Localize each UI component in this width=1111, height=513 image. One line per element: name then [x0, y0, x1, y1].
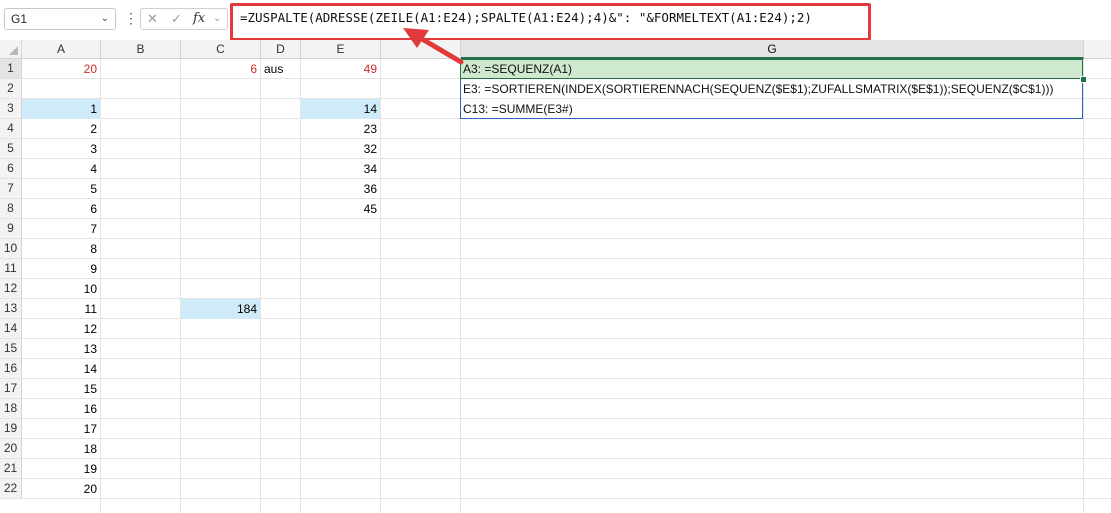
row-header-22[interactable]: 22: [0, 479, 22, 499]
row-header-9[interactable]: 9: [0, 219, 22, 239]
cell-a1[interactable]: 20: [22, 59, 100, 79]
column-header-h[interactable]: [1084, 40, 1111, 59]
row-header-18[interactable]: 18: [0, 399, 22, 419]
cell-a13[interactable]: 11: [22, 299, 100, 319]
row-header-8[interactable]: 8: [0, 199, 22, 219]
cell-e6[interactable]: 34: [301, 159, 380, 179]
cell-a10[interactable]: 8: [22, 239, 100, 259]
cell-c13[interactable]: 184: [181, 299, 260, 319]
column-header-e[interactable]: E: [301, 40, 381, 59]
cell-d1[interactable]: aus: [264, 59, 300, 79]
cell-a17[interactable]: 15: [22, 379, 100, 399]
callout-arrow-icon: [403, 28, 464, 65]
formula-bar: G1 ⌄ ⋮ ✕ ✓ fx ⌄ =ZUSPALTE(ADRESSE(ZEILE(…: [0, 0, 1111, 41]
cell-a9[interactable]: 7: [22, 219, 100, 239]
row-header-7[interactable]: 7: [0, 179, 22, 199]
cell-a7[interactable]: 5: [22, 179, 100, 199]
row-header-17[interactable]: 17: [0, 379, 22, 399]
formula-buttons: ✕ ✓ fx ⌄: [140, 8, 228, 30]
row-header-19[interactable]: 19: [0, 419, 22, 439]
cell-e1[interactable]: 49: [301, 59, 380, 79]
name-box-value: G1: [11, 12, 28, 26]
cell-g3[interactable]: C13: =SUMME(E3#): [463, 99, 573, 119]
row-header-4[interactable]: 4: [0, 119, 22, 139]
row-header-10[interactable]: 10: [0, 239, 22, 259]
row-header-6[interactable]: 6: [0, 159, 22, 179]
cell-a12[interactable]: 10: [22, 279, 100, 299]
row-header-15[interactable]: 15: [0, 339, 22, 359]
row-header-21[interactable]: 21: [0, 459, 22, 479]
cancel-icon[interactable]: ✕: [147, 9, 158, 29]
cell-e5[interactable]: 32: [301, 139, 380, 159]
row-header-2[interactable]: 2: [0, 79, 22, 99]
select-all-button[interactable]: [0, 40, 22, 59]
cell-a16[interactable]: 14: [22, 359, 100, 379]
row-header-14[interactable]: 14: [0, 319, 22, 339]
cell-a20[interactable]: 18: [22, 439, 100, 459]
cell-a21[interactable]: 19: [22, 459, 100, 479]
cell-a15[interactable]: 13: [22, 339, 100, 359]
cell-a4[interactable]: 2: [22, 119, 100, 139]
row-header-16[interactable]: 16: [0, 359, 22, 379]
fill-handle[interactable]: [1080, 76, 1087, 83]
row-header-11[interactable]: 11: [0, 259, 22, 279]
cell-e3[interactable]: 14: [301, 99, 380, 119]
cell-c1[interactable]: 6: [181, 59, 260, 79]
cell-a18[interactable]: 16: [22, 399, 100, 419]
column-header-g[interactable]: G: [461, 40, 1084, 59]
cell-a5[interactable]: 3: [22, 139, 100, 159]
cell-a14[interactable]: 12: [22, 319, 100, 339]
cell-a6[interactable]: 4: [22, 159, 100, 179]
cell-a8[interactable]: 6: [22, 199, 100, 219]
confirm-icon[interactable]: ✓: [171, 9, 182, 29]
cell-g1[interactable]: A3: =SEQUENZ(A1): [463, 59, 572, 79]
row-header-20[interactable]: 20: [0, 439, 22, 459]
row-header-1[interactable]: 1: [0, 59, 22, 79]
cell-e4[interactable]: 23: [301, 119, 380, 139]
row-header-5[interactable]: 5: [0, 139, 22, 159]
name-box[interactable]: G1 ⌄: [4, 8, 116, 30]
column-header-c[interactable]: C: [181, 40, 261, 59]
cell-a3[interactable]: 1: [22, 99, 100, 119]
column-header-d[interactable]: D: [261, 40, 301, 59]
callout-box: [230, 3, 871, 41]
cell-a11[interactable]: 9: [22, 259, 100, 279]
cell-a22[interactable]: 20: [22, 479, 100, 499]
insert-function-icon[interactable]: fx: [193, 9, 205, 29]
cell-e8[interactable]: 45: [301, 199, 380, 219]
column-header-b[interactable]: B: [101, 40, 181, 59]
chevron-down-icon[interactable]: ⌄: [101, 9, 109, 29]
column-header-a[interactable]: A: [22, 40, 101, 59]
chevron-down-icon[interactable]: ⌄: [213, 9, 221, 29]
row-header-12[interactable]: 12: [0, 279, 22, 299]
more-options-icon[interactable]: ⋮: [124, 8, 138, 28]
row-header-3[interactable]: 3: [0, 99, 22, 119]
cell-a19[interactable]: 17: [22, 419, 100, 439]
cell-g2[interactable]: E3: =SORTIEREN(INDEX(SORTIERENNACH(SEQUE…: [463, 79, 1053, 99]
cell-e7[interactable]: 36: [301, 179, 380, 199]
row-header-13[interactable]: 13: [0, 299, 22, 319]
